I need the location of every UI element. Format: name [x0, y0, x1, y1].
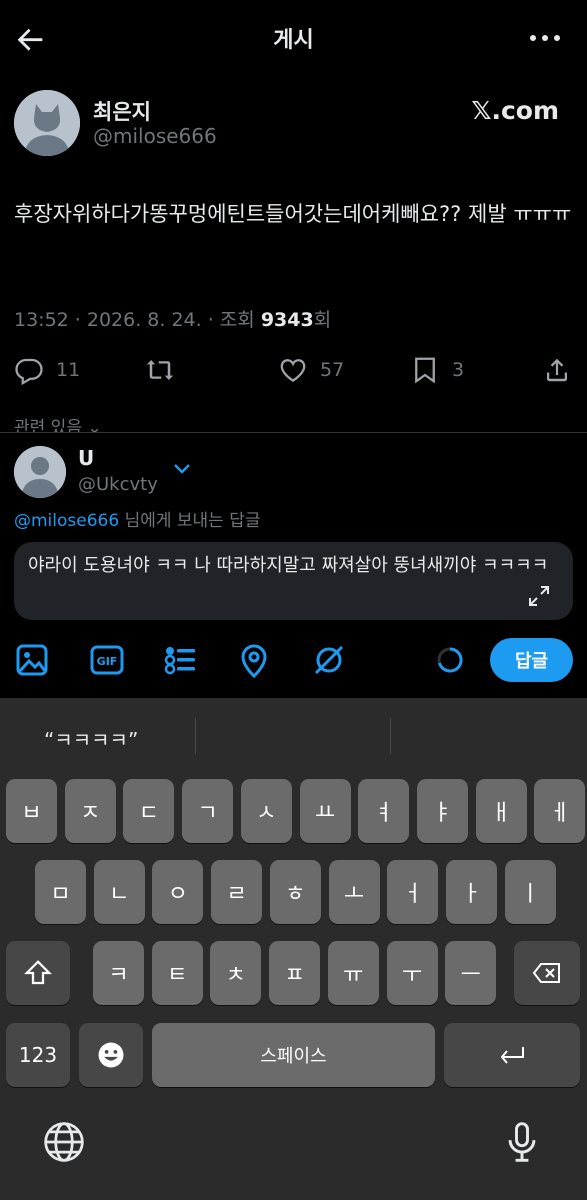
gif-icon: GIF	[90, 645, 124, 675]
image-button[interactable]	[14, 640, 50, 680]
reply-user-name: U	[78, 446, 95, 470]
emoji-key[interactable]	[79, 1023, 143, 1087]
microphone-icon[interactable]	[500, 1120, 544, 1164]
like-count: 57	[320, 359, 345, 381]
key-row2-1[interactable]: ㄴ	[93, 860, 145, 924]
key-row1-4[interactable]: ㅅ	[240, 779, 292, 843]
suggestion-item[interactable]: “ㅋㅋㅋㅋ”	[44, 724, 138, 753]
key-row2-2[interactable]: ㅇ	[152, 860, 204, 924]
expand-icon[interactable]	[527, 584, 551, 608]
post-text: 후장자위하다가똥꾸멍에틴트들어갓는데어케빼요?? 제발 ㅠㅠㅠ	[14, 202, 572, 226]
grok-icon	[314, 645, 344, 675]
heart-icon	[280, 359, 306, 382]
key-row2-5[interactable]: ㅗ	[328, 860, 380, 924]
backspace-icon	[532, 963, 560, 983]
key-row1-9[interactable]: ㅔ	[534, 779, 586, 843]
page-title: 게시	[273, 28, 314, 53]
key-row3-0[interactable]: ㅋ	[93, 941, 144, 1005]
reply-mention[interactable]: @milose666	[14, 511, 119, 531]
repost-action[interactable]	[145, 352, 175, 388]
key-row3-5[interactable]: ㅜ	[386, 941, 438, 1005]
author-name[interactable]: 최은지	[93, 96, 151, 126]
key-row2-3[interactable]: ㄹ	[211, 860, 263, 924]
reply-user-handle: @Ukcvty	[78, 474, 158, 495]
reply-submit-button[interactable]: 답글	[490, 638, 573, 682]
replying-to: @milose666 님에게 보내는 답글	[14, 506, 261, 531]
reply-text: 야라이 도용녀야 ㅋㅋ 나 따라하지말고 짜져살아 뚱녀새끼야 ㅋㅋㅋㅋ	[28, 555, 549, 576]
view-count: 9343	[260, 309, 314, 331]
shift-icon	[24, 960, 52, 985]
location-button[interactable]	[236, 640, 272, 680]
key-row3-2[interactable]: ㅊ	[210, 941, 262, 1005]
repost-icon	[146, 360, 174, 380]
key-row1-8[interactable]: ㅐ	[475, 779, 527, 843]
globe-icon[interactable]	[42, 1120, 86, 1164]
character-count-ring-icon	[437, 647, 463, 673]
svg-text:GIF: GIF	[97, 655, 118, 668]
reply-user-avatar	[14, 446, 66, 498]
key-row1-5[interactable]: ㅛ	[299, 779, 351, 843]
author-handle[interactable]: @milose666	[93, 124, 217, 148]
author-avatar[interactable]	[14, 90, 80, 156]
shift-key[interactable]	[6, 941, 70, 1005]
key-row3-6[interactable]: ㅡ	[445, 941, 497, 1005]
share-action[interactable]	[542, 352, 572, 388]
location-pin-icon	[241, 644, 267, 679]
key-row2-0[interactable]: ㅁ	[35, 860, 86, 924]
emoji-icon	[98, 1042, 124, 1068]
key-row3-3[interactable]: ㅍ	[269, 941, 321, 1005]
key-row3-4[interactable]: ㅠ	[327, 941, 379, 1005]
key-row2-7[interactable]: ㅏ	[445, 860, 497, 924]
return-icon	[500, 1047, 524, 1064]
numbers-key[interactable]: 123	[6, 1023, 70, 1087]
key-row1-6[interactable]: ㅕ	[358, 779, 410, 843]
more-options-icon[interactable]	[527, 26, 563, 50]
image-icon	[16, 644, 48, 676]
key-row2-8[interactable]: ㅣ	[504, 860, 556, 924]
backspace-key[interactable]	[514, 941, 580, 1005]
key-row1-7[interactable]: ㅑ	[416, 779, 468, 843]
key-row2-4[interactable]: ㅎ	[269, 860, 321, 924]
keyboard: “ㅋㅋㅋㅋ” ㅂㅈㄷㄱㅅㅛㅕㅑㅐㅔ ㅁㄴㅇㄹㅎㅗㅓㅏㅣ ㅋㅌㅊㅍㅠㅜㅡ 123 …	[0, 698, 587, 1200]
like-action[interactable]: 57	[278, 352, 344, 388]
key-row1-0[interactable]: ㅂ	[6, 779, 57, 843]
brand-label: 𝕏.com	[471, 96, 559, 125]
poll-button[interactable]	[163, 640, 199, 680]
share-icon	[547, 358, 567, 382]
post-meta: 13:52 · 2026. 8. 24. · 조회 9343회	[14, 305, 331, 332]
view-suffix: 회	[313, 309, 332, 331]
bookmark-icon	[415, 357, 435, 384]
bookmark-count: 3	[452, 359, 465, 381]
poll-icon	[164, 647, 195, 675]
suggestion-divider	[195, 718, 196, 754]
bookmark-action[interactable]: 3	[410, 352, 464, 388]
comment-icon	[15, 358, 43, 385]
suggestion-bar: “ㅋㅋㅋㅋ”	[0, 698, 587, 776]
suggestion-divider	[390, 718, 391, 754]
key-row3-1[interactable]: ㅌ	[151, 941, 203, 1005]
gif-button[interactable]: GIF	[89, 640, 125, 680]
key-row2-6[interactable]: ㅓ	[387, 860, 439, 924]
space-key[interactable]: 스페이스	[152, 1023, 435, 1087]
chevron-down-icon[interactable]	[172, 462, 192, 476]
key-row1-2[interactable]: ㄷ	[123, 779, 175, 843]
reply-to-suffix: 님에게 보내는 답글	[119, 511, 261, 531]
reply-input[interactable]: 야라이 도용녀야 ㅋㅋ 나 따라하지말고 짜져살아 뚱녀새끼야 ㅋㅋㅋㅋ	[14, 542, 573, 620]
top-bar: 게시	[0, 0, 587, 80]
return-key[interactable]	[444, 1023, 580, 1087]
reply-count: 11	[56, 359, 81, 381]
key-row1-3[interactable]: ㄱ	[182, 779, 234, 843]
reply-action[interactable]: 11	[14, 352, 80, 388]
key-row1-1[interactable]: ㅈ	[64, 779, 116, 843]
grok-button[interactable]	[311, 640, 347, 680]
post-actions: 11 57 3	[0, 352, 587, 392]
related-label[interactable]: 관련 있음 ⌄	[14, 416, 102, 432]
post-timestamp: 13:52 · 2026. 8. 24. · 조회	[14, 309, 261, 331]
